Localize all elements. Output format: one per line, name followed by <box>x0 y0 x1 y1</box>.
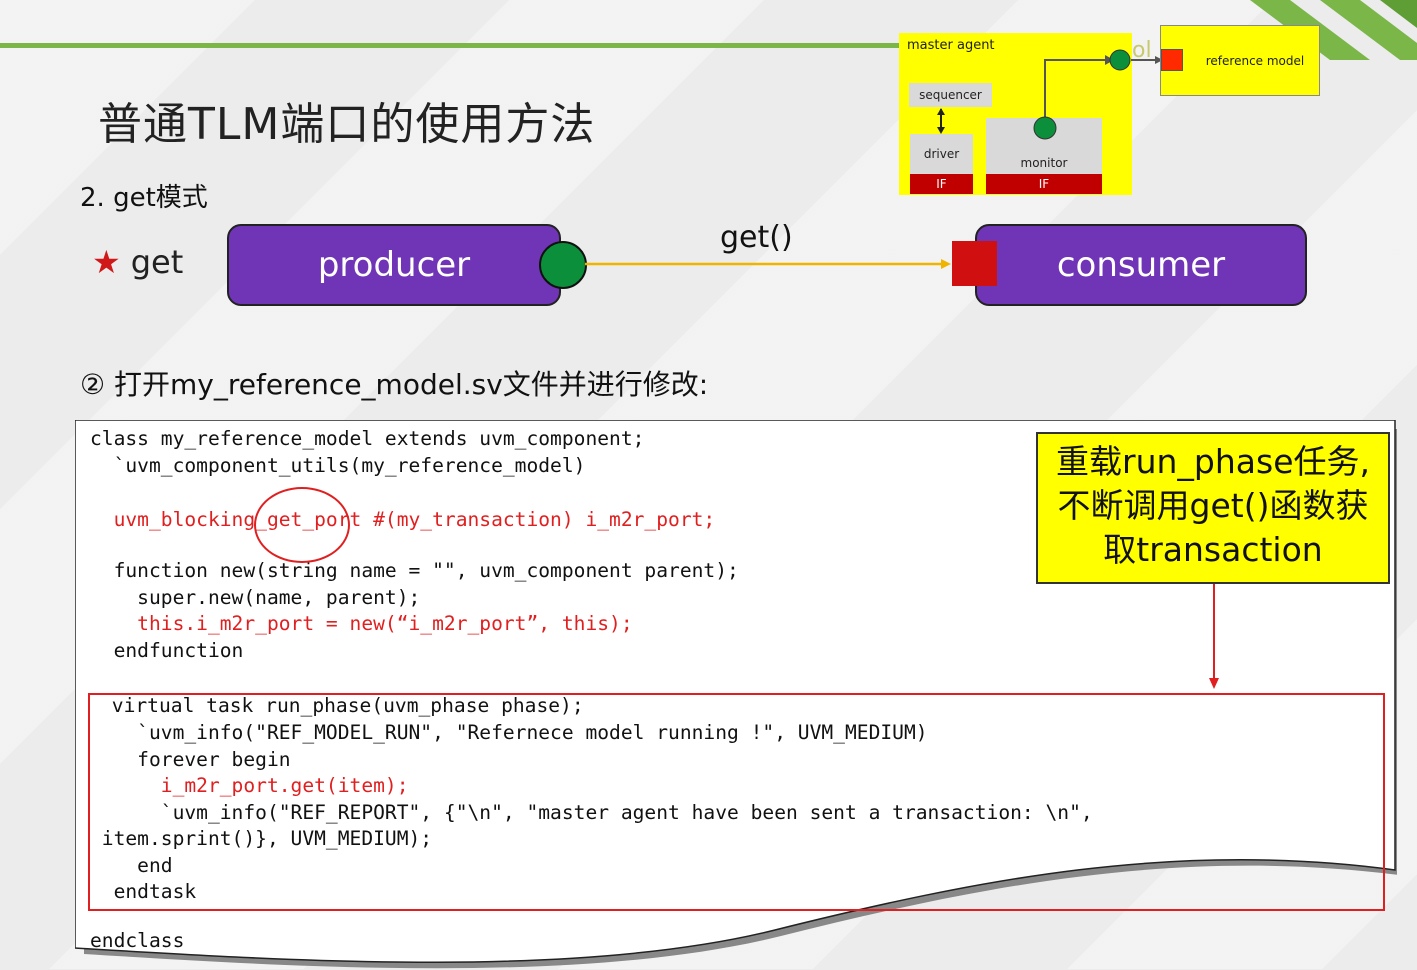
method-label: get() <box>720 220 793 255</box>
run-phase-highlight-frame <box>88 693 1385 911</box>
step-instruction: ② 打开my_reference_model.sv文件并进行修改: <box>80 368 709 401</box>
get-highlight-circle <box>254 487 350 563</box>
code-line-port-new: this.i_m2r_port = new(“i_m2r_port”, this… <box>90 612 633 635</box>
reference-model-box: reference model <box>1160 25 1320 96</box>
code-line: function new(string name = "", uvm_compo… <box>90 559 739 582</box>
star-item-label: get <box>130 243 184 281</box>
callout-arrow-icon <box>1209 584 1219 689</box>
star-item: ★ get <box>92 243 183 281</box>
callout-line: 重载run_phase任务, <box>1056 442 1370 481</box>
master-agent-diagram: master agent sequencer driver monitor IF… <box>899 33 1132 195</box>
code-line: super.new(name, parent); <box>90 586 421 609</box>
star-icon: ★ <box>92 243 121 281</box>
get-arrow-icon <box>585 259 951 269</box>
header-accent-line <box>0 43 905 48</box>
section-subtitle: 2. get模式 <box>80 183 208 213</box>
code-line: endfunction <box>90 639 244 662</box>
reference-port-icon <box>1161 49 1183 71</box>
code-line: class my_reference_model extends uvm_com… <box>90 427 645 450</box>
code-line: endclass <box>90 929 185 952</box>
producer-box: producer <box>227 224 561 306</box>
consumer-label: consumer <box>1056 245 1226 285</box>
code-line: `uvm_component_utils(my_reference_model) <box>90 454 586 477</box>
callout-note: 重载run_phase任务, 不断调用get()函数获 取transaction <box>1036 432 1390 584</box>
callout-line: 取transaction <box>1103 530 1323 569</box>
slide-title: 普通TLM端口的使用方法 <box>98 99 596 150</box>
port-square-icon <box>952 241 997 286</box>
mini-diagram-connectors <box>937 49 1131 140</box>
consumer-box: consumer <box>975 224 1307 306</box>
export-circle-icon <box>539 241 587 289</box>
producer-label: producer <box>317 245 471 285</box>
callout-line: 不断调用get()函数获 <box>1057 486 1369 525</box>
code-line-port-decl: uvm_blocking_get_port #(my_transaction) … <box>90 508 716 531</box>
